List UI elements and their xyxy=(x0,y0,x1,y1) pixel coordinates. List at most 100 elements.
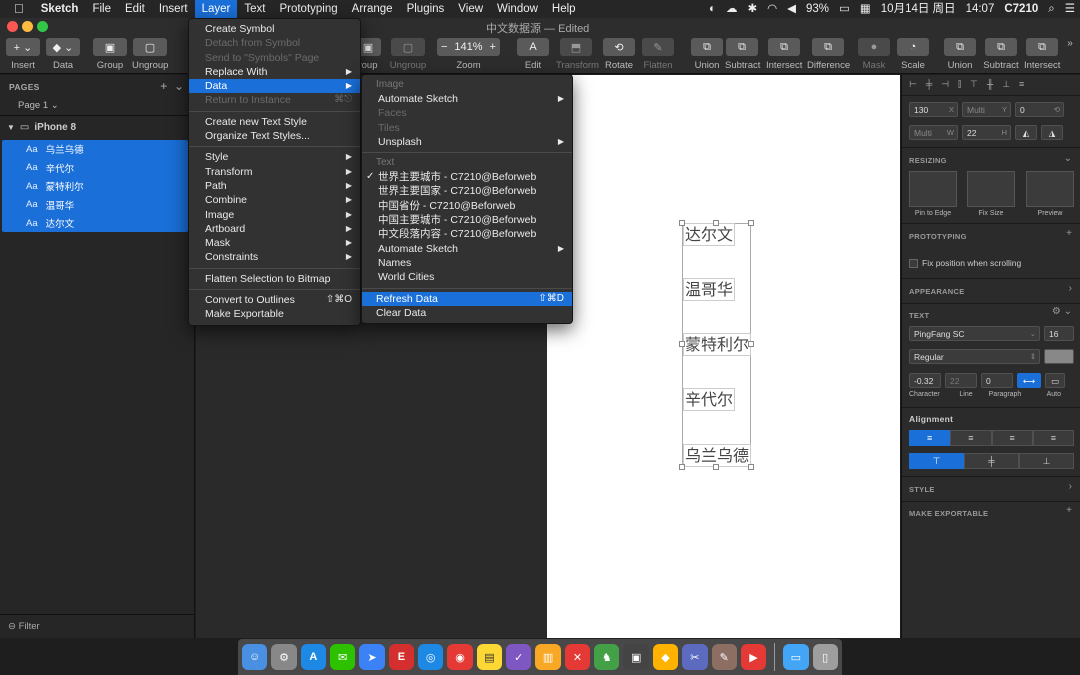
layer-menu-item[interactable]: Image ▶ xyxy=(189,208,360,222)
resize-handle[interactable] xyxy=(679,220,685,226)
time-text[interactable]: 14:07 xyxy=(961,0,1000,18)
y-field[interactable]: Multi Y xyxy=(962,102,1011,117)
data-menu-item[interactable]: World Cities xyxy=(362,270,572,284)
pin-to-edge-control[interactable] xyxy=(909,171,957,207)
layer-menu-item[interactable]: Create new Text Style xyxy=(189,115,360,129)
layer-menu-item[interactable]: Combine ▶ xyxy=(189,193,360,207)
safari-icon[interactable]: ◎ xyxy=(418,644,444,670)
toolbar-overflow-icon[interactable]: » xyxy=(1064,38,1076,49)
wechat-icon[interactable]: ✉ xyxy=(330,644,356,670)
flip-v-icon[interactable]: ◮ xyxy=(1041,125,1063,140)
monitor-icon[interactable]: ▣ xyxy=(623,644,649,670)
ev-app-icon[interactable]: E xyxy=(388,644,415,670)
finder-icon[interactable]: ☺ xyxy=(242,644,268,670)
canvas-text-layer[interactable]: 蒙特利尔 xyxy=(683,333,752,356)
resize-handle[interactable] xyxy=(713,464,719,470)
folder-icon[interactable]: ▭ xyxy=(783,644,809,670)
data-menu-item[interactable]: 中国省份 - C7210@Beforweb xyxy=(362,199,572,213)
close-icon[interactable] xyxy=(7,21,18,32)
layer-menu-item[interactable]: Style ▶ xyxy=(189,150,360,164)
volume-icon[interactable]: ◀ xyxy=(782,0,801,18)
text-color-well[interactable] xyxy=(1044,349,1074,364)
layer-menu-item[interactable]: Transform ▶ xyxy=(189,165,360,179)
font-size-field[interactable]: 16 xyxy=(1044,326,1074,341)
battery-text[interactable]: 93% xyxy=(801,0,834,18)
evernote-icon[interactable]: ♞ xyxy=(594,644,620,670)
font-weight-select[interactable]: Regular ⇕ xyxy=(909,349,1040,364)
line-height-field[interactable]: 22 xyxy=(945,373,977,388)
minimize-icon[interactable] xyxy=(22,21,33,32)
app-store-icon[interactable]: A xyxy=(300,644,327,670)
resize-handle[interactable] xyxy=(679,464,685,470)
xcode-tools-icon[interactable]: ✂ xyxy=(682,644,708,670)
system-preferences-icon[interactable]: ⚙ xyxy=(271,644,297,670)
layer-menu-item[interactable]: Replace With ▶ xyxy=(189,65,360,79)
menu-plugins[interactable]: Plugins xyxy=(400,0,452,18)
data-menu-item[interactable]: Clear Data xyxy=(362,306,572,320)
distribute-v-icon[interactable]: ≡ xyxy=(1019,79,1024,90)
zoom-control[interactable]: −141% + Zoom xyxy=(437,38,500,71)
menu-help[interactable]: Help xyxy=(545,0,583,18)
list-item[interactable]: Aa 辛代尔 xyxy=(2,159,188,178)
menu-window[interactable]: Window xyxy=(490,0,545,18)
layer-menu-item[interactable]: Artboard ▶ xyxy=(189,222,360,236)
font-family-select[interactable]: PingFang SC ⌄ xyxy=(909,326,1040,341)
canvas-text-layer[interactable]: 辛代尔 xyxy=(683,388,736,411)
align-bottom-icon[interactable]: ⊥ xyxy=(1002,79,1010,90)
cloud-icon[interactable]: ☁ xyxy=(721,0,743,18)
layer-menu-item[interactable]: Make Exportable xyxy=(189,307,360,321)
align-middle-icon[interactable]: ╫ xyxy=(987,79,993,90)
add-icon[interactable]: + xyxy=(1066,228,1072,239)
subtract-button-2[interactable]: ⧉ Subtract xyxy=(983,38,1019,71)
fix-position-checkbox[interactable] xyxy=(909,258,918,268)
intersect-button[interactable]: ⧉ Intersect xyxy=(766,38,802,71)
fixed-width-icon[interactable]: ▭ xyxy=(1045,373,1065,388)
list-item[interactable]: Aa 乌兰乌德 xyxy=(2,140,188,159)
align-top-icon[interactable]: ⊤ xyxy=(909,453,964,469)
align-top-icon[interactable]: ⊤ xyxy=(970,79,978,90)
subtract-button[interactable]: ⧉ Subtract xyxy=(725,38,760,71)
insert-button[interactable]: + ⌄ Insert xyxy=(6,38,40,71)
x-field[interactable]: 130 X xyxy=(909,102,958,117)
status-icon[interactable]: ◐ xyxy=(704,0,721,18)
align-center-icon[interactable]: ≡ xyxy=(950,430,992,446)
artboard-canvas[interactable]: 达尔文 温哥华 蒙特利尔 辛代尔 乌兰乌德 xyxy=(547,75,900,638)
apple-icon[interactable]:  xyxy=(0,0,34,18)
zoom-in-icon[interactable]: + xyxy=(490,41,496,53)
flip-h-icon[interactable]: ◭ xyxy=(1015,125,1037,140)
flag-icon[interactable]: ▦ xyxy=(855,0,876,18)
union-button-2[interactable]: ⧉ Union xyxy=(944,38,976,71)
layer-menu-item[interactable]: Constraints ▶ xyxy=(189,250,360,264)
disclosure-triangle-icon[interactable]: ▼ xyxy=(7,123,15,132)
layer-menu-item[interactable]: Data ▶ xyxy=(189,79,360,94)
chevron-right-icon[interactable]: › xyxy=(1069,481,1072,492)
flatten-button[interactable]: ✎ Flatten xyxy=(641,38,675,71)
media-app-icon[interactable]: ▶ xyxy=(740,644,767,670)
group-button[interactable]: ▣ Group xyxy=(93,38,127,71)
data-menu-item[interactable]: Names xyxy=(362,256,572,270)
canvas-text-layer[interactable]: 达尔文 xyxy=(683,223,736,246)
notes-icon[interactable]: ▤ xyxy=(476,644,503,670)
rotate-button[interactable]: ⟲ Rotate xyxy=(603,38,635,71)
align-middle-icon[interactable]: ╪ xyxy=(964,453,1019,469)
layer-menu-item[interactable]: Mask ▶ xyxy=(189,236,360,250)
scale-button[interactable]: ◔ Scale xyxy=(897,38,929,71)
trash-icon[interactable]: ▯ xyxy=(812,644,838,670)
data-menu-item[interactable]: Automate Sketch ▶ xyxy=(362,92,572,106)
chevron-down-icon[interactable]: ⌄ xyxy=(1064,153,1072,164)
omnifocus-icon[interactable]: ✓ xyxy=(506,644,532,670)
menu-arrange[interactable]: Arrange xyxy=(345,0,400,18)
character-spacing-field[interactable]: -0.32 xyxy=(909,373,941,388)
paragraph-spacing-field[interactable]: 0 xyxy=(981,373,1013,388)
list-item[interactable]: Aa 达尔文 xyxy=(2,214,188,233)
menu-insert[interactable]: Insert xyxy=(152,0,195,18)
data-menu-item[interactable]: Refresh Data ⇧⌘D xyxy=(362,291,572,306)
search-icon[interactable]: ⌕ xyxy=(1043,0,1059,18)
zoom-out-icon[interactable]: − xyxy=(441,41,447,53)
list-item[interactable]: Aa 温哥华 xyxy=(2,196,188,215)
list-icon[interactable]: ☰ xyxy=(1060,0,1080,18)
mask-button[interactable]: ● Mask xyxy=(858,38,890,71)
data-menu-item[interactable]: Unsplash ▶ xyxy=(362,135,572,149)
align-right-icon[interactable]: ⊣ xyxy=(941,79,949,90)
layer-menu-item[interactable]: Flatten Selection to Bitmap xyxy=(189,272,360,286)
